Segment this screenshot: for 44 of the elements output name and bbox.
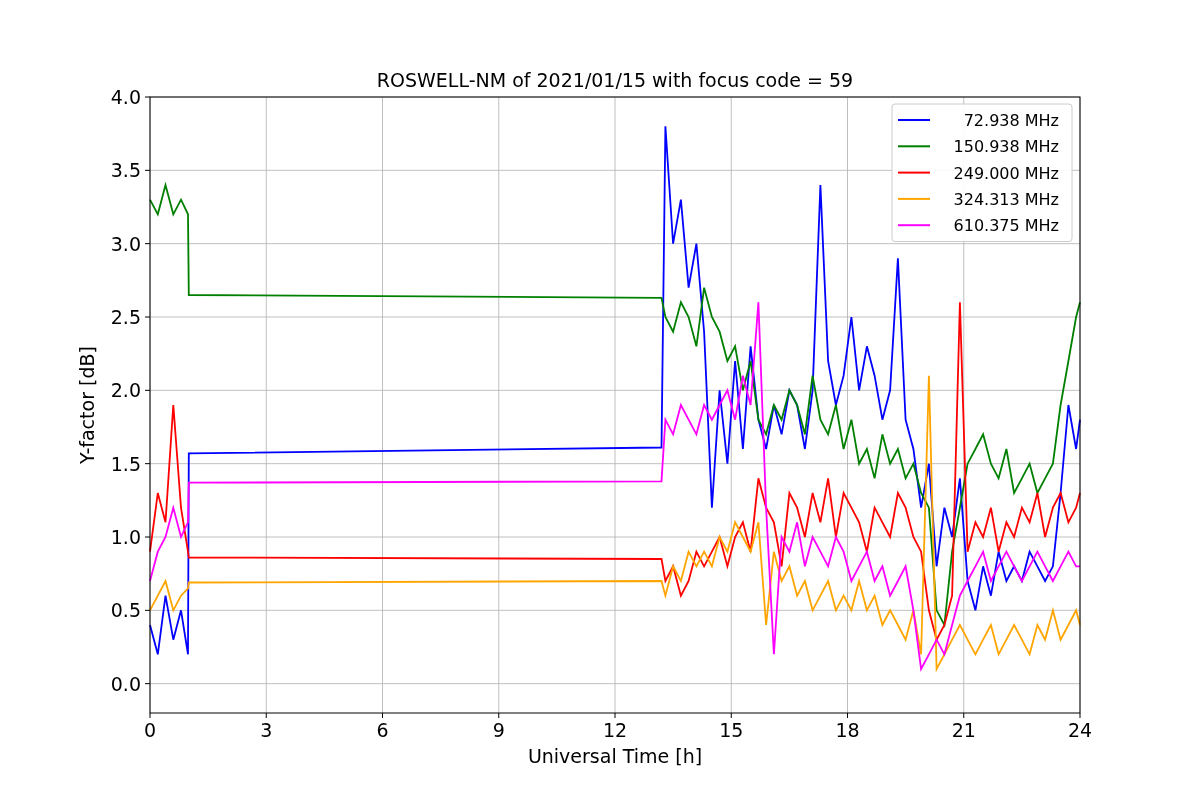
- tick-mark: [144, 609, 151, 611]
- tick-mark: [144, 683, 151, 685]
- tick-label: 0: [143, 719, 157, 741]
- legend-label: 72.938 MHz: [963, 111, 1059, 130]
- x-axis-label: Universal Time [h]: [527, 745, 703, 767]
- tick-mark: [730, 712, 732, 719]
- tick-label: 3: [260, 719, 273, 741]
- tick-mark: [144, 316, 151, 318]
- y-axis-label: Y-factor [dB]: [76, 346, 98, 464]
- tick-mark: [265, 712, 267, 719]
- tick-label: 24: [1067, 719, 1093, 741]
- tick-mark: [963, 712, 965, 719]
- tick-mark: [144, 243, 151, 245]
- legend-label: 610.375 MHz: [953, 216, 1059, 236]
- legend-label: 324.313 MHz: [953, 189, 1059, 209]
- tick-mark: [144, 169, 151, 171]
- tick-label: 2.0: [110, 379, 141, 402]
- tick-mark: [614, 712, 616, 719]
- tick-label: 4.0: [110, 86, 141, 108]
- tick-mark: [847, 712, 848, 719]
- legend-label: 249.000 MHz: [953, 163, 1059, 183]
- tick-label: 1.0: [110, 526, 141, 548]
- tick-label: 2.5: [110, 306, 141, 328]
- tick-label: 18: [835, 719, 860, 741]
- tick-mark: [144, 96, 151, 98]
- tick-mark: [144, 389, 151, 391]
- chart-title: ROSWELL-NM of 2021/01/15 with focus code = 59: [376, 69, 854, 91]
- legend-label: 150.938 MHz: [953, 137, 1059, 157]
- tick-label: 6: [376, 719, 389, 741]
- tick-label: 1.5: [110, 452, 141, 475]
- tick-mark: [1079, 712, 1081, 719]
- tick-label: 3.0: [110, 232, 141, 255]
- tick-mark: [498, 712, 500, 719]
- tick-label: 15: [719, 719, 744, 741]
- tick-label: 21: [951, 719, 976, 741]
- tick-label: 0.0: [110, 672, 141, 695]
- tick-label: 3.5: [110, 159, 141, 182]
- tick-mark: [144, 536, 151, 538]
- tick-mark: [144, 463, 151, 465]
- tick-label: 0.5: [110, 599, 141, 622]
- tick-mark: [149, 712, 151, 719]
- tick-label: 12: [602, 719, 628, 741]
- tick-mark: [382, 712, 383, 719]
- tick-label: 9: [492, 719, 505, 741]
